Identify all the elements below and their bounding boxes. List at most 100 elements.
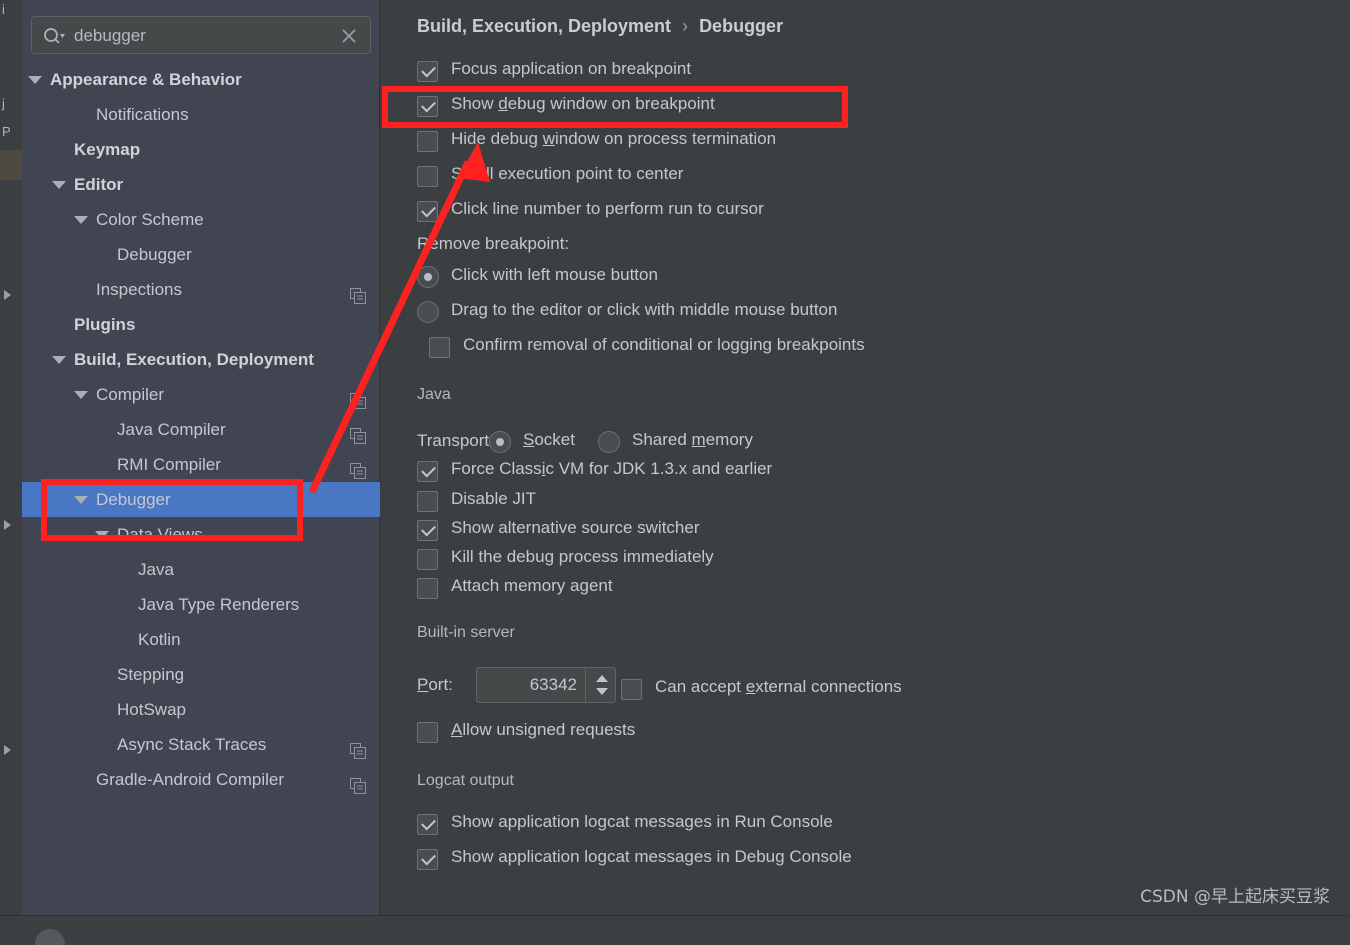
section-builtin-server: Built-in server	[417, 624, 1342, 644]
checkbox-label: Attach memory agent	[451, 576, 613, 595]
checkbox-indicator[interactable]	[417, 131, 438, 152]
search-input-value[interactable]: debugger	[74, 26, 146, 46]
breadcrumb: Build, Execution, Deployment › Debugger	[417, 16, 783, 37]
sidebar-item-data-views[interactable]: Data Views	[22, 517, 380, 552]
sidebar-item-rmi-compiler[interactable]: RMI Compiler	[22, 447, 380, 482]
sidebar-item-build-execution-deployment[interactable]: Build, Execution, Deployment	[22, 342, 380, 377]
port-label: Port:	[417, 675, 453, 694]
sidebar-item-editor[interactable]: Editor	[22, 167, 380, 202]
checkbox-indicator[interactable]	[429, 337, 450, 358]
radio-indicator[interactable]	[489, 431, 511, 453]
sidebar-item-plugins[interactable]: Plugins	[22, 307, 380, 342]
chevron-up-icon[interactable]	[596, 675, 608, 682]
radio-label: Click with left mouse button	[451, 265, 658, 284]
settings-sidebar: debugger Appearance & Behavior Notificati…	[22, 0, 380, 915]
sidebar-item-debugger[interactable]: Debugger	[22, 237, 380, 272]
sidebar-item-debugger[interactable]: Debugger	[22, 482, 380, 517]
sidebar-item-label: Kotlin	[138, 630, 181, 649]
checkbox-indicator[interactable]	[417, 61, 438, 82]
checkbox-indicator[interactable]	[417, 491, 438, 512]
sidebar-item-label: Async Stack Traces	[117, 735, 267, 754]
chevron-down-icon[interactable]	[52, 181, 66, 189]
checkbox-indicator[interactable]	[417, 96, 438, 117]
port-stepper[interactable]: 63342	[476, 667, 616, 703]
sidebar-item-keymap[interactable]: Keymap	[22, 132, 380, 167]
radio-indicator[interactable]	[598, 431, 620, 453]
sidebar-item-label: Build, Execution, Deployment	[74, 350, 314, 369]
checkbox-indicator[interactable]	[417, 578, 438, 599]
chevron-down-icon[interactable]	[52, 356, 66, 364]
checkbox-label: Show alternative source switcher	[451, 518, 700, 537]
sidebar-item-java[interactable]: Java	[22, 552, 380, 587]
settings-main-panel: Build, Execution, Deployment › Debugger …	[381, 0, 1350, 915]
checkbox-indicator[interactable]	[417, 549, 438, 570]
sidebar-item-hotswap[interactable]: HotSwap	[22, 692, 380, 727]
sidebar-item-stepping[interactable]: Stepping	[22, 657, 380, 692]
sidebar-item-inspections[interactable]: Inspections	[22, 272, 380, 307]
checkbox-label: Show debug window on breakpoint	[451, 94, 715, 113]
checkbox-label: Force Classic VM for JDK 1.3.x and earli…	[451, 459, 773, 478]
sidebar-item-color-scheme[interactable]: Color Scheme	[22, 202, 380, 237]
background-label-0: i	[2, 2, 5, 17]
watermark: CSDN @早上起床买豆浆	[1140, 887, 1330, 907]
background-arrow-icon-1	[4, 290, 11, 300]
sidebar-item-compiler[interactable]: Compiler	[22, 377, 380, 412]
sidebar-item-java-compiler[interactable]: Java Compiler	[22, 412, 380, 447]
background-arrow-icon-3	[4, 745, 11, 755]
chevron-down-icon[interactable]	[74, 496, 88, 504]
checkbox-indicator[interactable]	[417, 201, 438, 222]
checkbox-indicator[interactable]	[417, 722, 438, 743]
sidebar-item-gradle-android-compiler[interactable]: Gradle-Android Compiler	[22, 762, 380, 797]
settings-tree[interactable]: Appearance & Behavior Notifications Keymap…	[22, 62, 380, 912]
checkbox-indicator[interactable]	[417, 166, 438, 187]
checkbox-indicator[interactable]	[417, 461, 438, 482]
breadcrumb-parent[interactable]: Build, Execution, Deployment	[417, 16, 671, 36]
section-java: Java	[417, 386, 1342, 406]
copy-icon[interactable]	[350, 457, 366, 479]
checkbox-label: Focus application on breakpoint	[451, 59, 692, 78]
sidebar-item-label: Java	[138, 560, 174, 579]
background-tab	[0, 150, 22, 180]
sidebar-item-async-stack-traces[interactable]: Async Stack Traces	[22, 727, 380, 762]
sidebar-item-appearance-behavior[interactable]: Appearance & Behavior	[22, 62, 380, 97]
stepper-buttons[interactable]	[585, 668, 615, 702]
radio-indicator[interactable]	[417, 301, 439, 323]
chevron-down-icon[interactable]	[74, 391, 88, 399]
radio-indicator[interactable]	[417, 266, 439, 288]
sidebar-item-label: Data Views	[117, 525, 203, 544]
sidebar-item-label: Color Scheme	[96, 210, 204, 229]
chevron-down-icon[interactable]	[95, 531, 109, 539]
sidebar-item-label: Gradle-Android Compiler	[96, 770, 285, 789]
chevron-down-icon[interactable]	[74, 216, 88, 224]
chevron-down-icon[interactable]	[596, 688, 608, 695]
sidebar-item-label: Stepping	[117, 665, 185, 684]
sidebar-item-notifications[interactable]: Notifications	[22, 97, 380, 132]
settings-dialog: debugger Appearance & Behavior Notificati…	[22, 0, 1350, 945]
chevron-right-icon: ›	[682, 16, 689, 36]
section-title: Logcat output	[417, 772, 522, 790]
checkbox-indicator[interactable]	[621, 679, 642, 700]
sidebar-item-java-type-renderers[interactable]: Java Type Renderers	[22, 587, 380, 622]
copy-icon[interactable]	[350, 387, 366, 409]
copy-icon[interactable]	[350, 282, 366, 304]
copy-icon[interactable]	[350, 422, 366, 444]
copy-icon[interactable]	[350, 772, 366, 794]
close-icon[interactable]	[340, 27, 358, 45]
sidebar-item-label: Compiler	[96, 385, 165, 404]
sidebar-item-kotlin[interactable]: Kotlin	[22, 622, 380, 657]
sidebar-item-label: RMI Compiler	[117, 455, 221, 474]
checkbox-indicator[interactable]	[417, 814, 438, 835]
transport-label: Transport:	[417, 431, 494, 450]
search-field[interactable]: debugger	[31, 16, 371, 54]
checkbox-label: Click line number to perform run to curs…	[451, 199, 764, 218]
checkbox-label: Confirm removal of conditional or loggin…	[463, 335, 865, 354]
sidebar-item-label: HotSwap	[117, 700, 186, 719]
port-input-value[interactable]: 63342	[530, 675, 577, 695]
checkbox-indicator[interactable]	[417, 520, 438, 541]
sidebar-item-label: Debugger	[117, 245, 192, 264]
sidebar-item-label: Notifications	[96, 105, 189, 124]
checkbox-indicator[interactable]	[417, 849, 438, 870]
copy-icon[interactable]	[350, 737, 366, 759]
help-icon[interactable]	[35, 929, 65, 945]
chevron-down-icon[interactable]	[28, 76, 42, 84]
